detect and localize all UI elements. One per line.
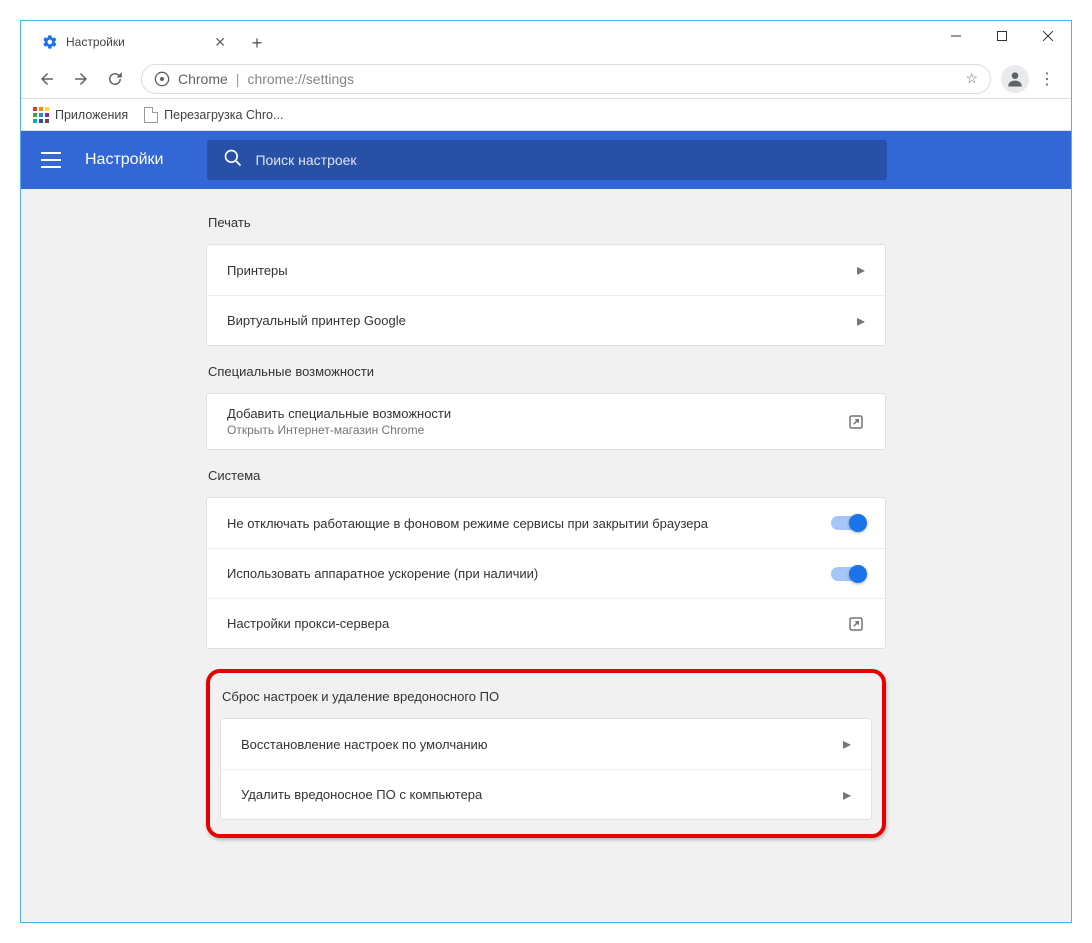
highlight-reset-section: Сброс настроек и удаление вредоносного П…: [206, 669, 886, 838]
print-card: Принтеры ▸ Виртуальный принтер Google ▸: [206, 244, 886, 346]
system-card: Не отключать работающие в фоновом режиме…: [206, 497, 886, 649]
section-title-print: Печать: [208, 215, 886, 230]
chevron-right-icon: ▸: [843, 734, 851, 754]
content-scroll[interactable]: Печать Принтеры ▸ Виртуальный принтер Go…: [21, 189, 1071, 922]
settings-search[interactable]: [207, 140, 887, 180]
profile-button[interactable]: [1001, 65, 1029, 93]
gear-icon: [42, 34, 58, 50]
row-hardware-accel[interactable]: Использовать аппаратное ускорение (при н…: [207, 548, 885, 598]
close-icon[interactable]: ✕: [214, 34, 226, 51]
section-title-reset: Сброс настроек и удаление вредоносного П…: [222, 689, 872, 704]
minimize-button[interactable]: [933, 21, 979, 51]
row-label: Виртуальный принтер Google: [227, 313, 857, 328]
row-add-a11y[interactable]: Добавить специальные возможности Открыть…: [207, 394, 885, 449]
search-input[interactable]: [255, 152, 871, 168]
hamburger-icon[interactable]: [41, 150, 61, 170]
row-background-apps[interactable]: Не отключать работающие в фоновом режиме…: [207, 498, 885, 548]
apps-icon: [33, 107, 49, 123]
a11y-card: Добавить специальные возможности Открыть…: [206, 393, 886, 450]
row-label: Не отключать работающие в фоновом режиме…: [227, 516, 831, 531]
toolbar: Chrome | chrome://settings ☆ ⋮: [21, 59, 1071, 99]
row-label: Удалить вредоносное ПО с компьютера: [241, 787, 843, 802]
bookmark-label: Приложения: [55, 108, 128, 122]
forward-button[interactable]: [65, 63, 97, 95]
section-title-system: Система: [208, 468, 886, 483]
settings-content: Печать Принтеры ▸ Виртуальный принтер Go…: [206, 189, 886, 922]
browser-window: Настройки ✕ + Chrome | chrome://settings…: [20, 20, 1072, 923]
row-proxy-settings[interactable]: Настройки прокси-сервера: [207, 598, 885, 648]
site-info-icon[interactable]: [154, 71, 170, 87]
row-label: Принтеры: [227, 263, 857, 278]
row-restore-defaults[interactable]: Восстановление настроек по умолчанию ▸: [221, 719, 871, 769]
row-cloud-print[interactable]: Виртуальный принтер Google ▸: [207, 295, 885, 345]
section-title-a11y: Специальные возможности: [208, 364, 886, 379]
row-sublabel: Открыть Интернет-магазин Chrome: [227, 423, 847, 437]
reload-button[interactable]: [99, 63, 131, 95]
row-label: Использовать аппаратное ускорение (при н…: [227, 566, 831, 581]
toggle-background-apps[interactable]: [831, 516, 865, 530]
bookmark-star-icon[interactable]: ☆: [965, 70, 978, 87]
open-external-icon: [847, 615, 865, 633]
bookmark-item[interactable]: Перезагрузка Chro...: [144, 107, 283, 123]
page-title: Настройки: [85, 151, 163, 169]
bookmark-label: Перезагрузка Chro...: [164, 108, 283, 122]
row-label: Настройки прокси-сервера: [227, 616, 847, 631]
tab-title: Настройки: [66, 35, 125, 49]
close-window-button[interactable]: [1025, 21, 1071, 51]
window-controls: [933, 21, 1071, 51]
row-label: Восстановление настроек по умолчанию: [241, 737, 843, 752]
url-separator: |: [236, 71, 240, 87]
menu-button[interactable]: ⋮: [1033, 65, 1061, 93]
search-icon: [223, 148, 243, 173]
row-printers[interactable]: Принтеры ▸: [207, 245, 885, 295]
back-button[interactable]: [31, 63, 63, 95]
tab-strip: Настройки ✕ +: [21, 25, 933, 59]
bookmarks-bar: Приложения Перезагрузка Chro...: [21, 99, 1071, 131]
url-prefix: Chrome: [178, 71, 228, 87]
chevron-right-icon: ▸: [843, 785, 851, 805]
chevron-right-icon: ▸: [857, 260, 865, 280]
new-tab-button[interactable]: +: [243, 29, 271, 57]
chevron-right-icon: ▸: [857, 311, 865, 331]
open-external-icon: [847, 413, 865, 431]
maximize-button[interactable]: [979, 21, 1025, 51]
tab-settings[interactable]: Настройки ✕: [29, 25, 239, 59]
row-label: Добавить специальные возможности: [227, 406, 847, 421]
url-text: chrome://settings: [247, 71, 354, 87]
page-icon: [144, 107, 158, 123]
settings-header: Настройки: [21, 131, 1071, 189]
toggle-hardware-accel[interactable]: [831, 567, 865, 581]
omnibox[interactable]: Chrome | chrome://settings ☆: [141, 64, 991, 94]
row-cleanup-computer[interactable]: Удалить вредоносное ПО с компьютера ▸: [221, 769, 871, 819]
reset-card: Восстановление настроек по умолчанию ▸ У…: [220, 718, 872, 820]
titlebar: Настройки ✕ +: [21, 21, 1071, 59]
apps-shortcut[interactable]: Приложения: [33, 107, 128, 123]
